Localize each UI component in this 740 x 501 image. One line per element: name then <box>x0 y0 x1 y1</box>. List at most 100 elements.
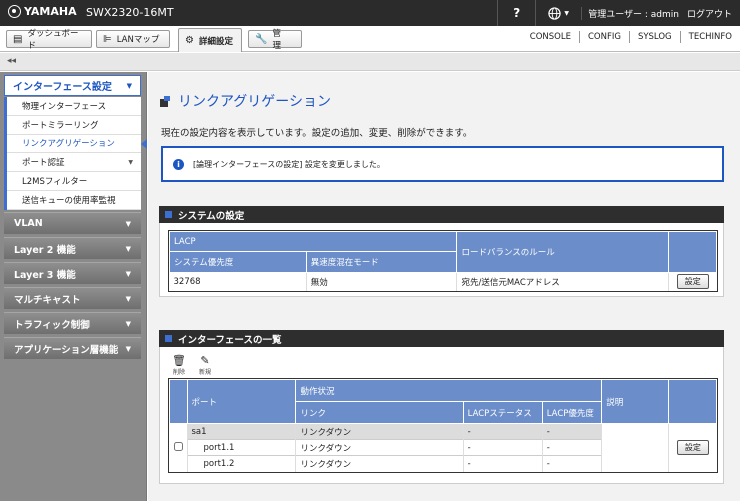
model-name: SWX2320-16MT <box>86 6 174 19</box>
lanmap-icon: ⊫ <box>103 33 112 45</box>
sidebar-group-label: Layer 2 機能 <box>14 244 76 256</box>
system-settings-set-button[interactable]: 設定 <box>676 274 709 290</box>
mixed-speed-header: 異速度混在モード <box>305 251 458 273</box>
yamaha-logo: YAMAHA <box>8 5 77 18</box>
section-marker-icon <box>165 211 172 218</box>
wrench-icon: 🔧 <box>255 33 268 45</box>
chevron-down-icon: ▼ <box>125 319 131 328</box>
interface-list-toolbar: 🗑 削除 ✎ 新規 <box>170 354 222 377</box>
lacp-priority-cell: - <box>541 423 602 440</box>
tab-advanced-settings-label: 詳細設定 <box>198 36 233 47</box>
gear-icon: ⚙ <box>185 35 194 46</box>
lacp-priority-cell: - <box>541 439 602 456</box>
edit-icon: ✎ <box>200 354 210 367</box>
link-cell: リンクダウン <box>295 439 464 456</box>
lacp-status-cell: - <box>462 423 543 440</box>
link-cell: リンクダウン <box>295 455 464 472</box>
system-settings-table: LACP ロードバランスのルール システム優先度 異速度混在モード 32768 … <box>168 230 718 292</box>
syslog-link[interactable]: SYSLOG <box>628 31 680 43</box>
interface-list-heading: インターフェースの一覧 <box>159 330 724 347</box>
table-row: sa1 リンクダウン - - 設定 <box>169 423 717 472</box>
sidebar-item-link-aggregation[interactable]: リンクアグリゲーション <box>7 135 147 154</box>
sidebar-item-label: 物理インターフェース <box>22 101 107 112</box>
system-priority-value: 32768 <box>173 276 201 287</box>
chevron-down-icon: ▼ <box>125 269 131 278</box>
system-settings-panel: LACP ロードバランスのルール システム優先度 異速度混在モード 32768 … <box>159 223 724 297</box>
link-cell: リンクダウン <box>295 423 464 440</box>
help-button[interactable]: ? <box>497 0 535 26</box>
sidebar-group-multicast[interactable]: マルチキャスト ▼ <box>4 287 141 309</box>
mixed-speed-value: 無効 <box>305 272 457 291</box>
tab-lanmap[interactable]: ⊫ LANマップ <box>96 30 170 48</box>
lacp-header: LACP <box>168 231 458 252</box>
chevron-down-icon: ▼ <box>126 82 132 90</box>
chevron-down-icon: ▼ <box>125 219 131 228</box>
notice-box: i [論理インターフェースの設定] 設定を変更しました。 <box>161 146 724 182</box>
sidebar-item-label: 送信キューの使用率監視 <box>22 195 116 206</box>
info-icon: i <box>173 158 184 170</box>
tab-advanced-settings[interactable]: ⚙ 詳細設定 <box>178 28 242 52</box>
port-cell: sa1 <box>186 423 296 440</box>
interface-set-button[interactable]: 設定 <box>676 440 709 456</box>
sidebar-group-vlan[interactable]: VLAN ▼ <box>4 212 141 234</box>
action-header <box>668 231 717 273</box>
trash-icon: 🗑 <box>172 354 186 367</box>
sidebar-group-label: Layer 3 機能 <box>14 269 76 281</box>
interface-list-heading-text: インターフェースの一覧 <box>178 334 282 346</box>
lacp-priority-cell: - <box>541 455 602 472</box>
sidebar-group-application-layer[interactable]: アプリケーション層機能 ▼ <box>4 337 141 359</box>
table-row: 32768 無効 宛先/送信元MACアドレス 設定 <box>170 272 717 291</box>
yamaha-emblem-icon <box>8 5 21 18</box>
brand-name: YAMAHA <box>24 5 77 18</box>
page-title: リンクアグリゲーション <box>160 91 331 111</box>
tab-dashboard[interactable]: ▤ ダッシュボード <box>6 29 92 51</box>
main-content: リンクアグリゲーション 現在の設定内容を表示しています。設定の追加、変更、削除が… <box>148 72 740 501</box>
sidebar-item-port-authentication[interactable]: ポート認証 ▼ <box>7 153 141 173</box>
sidebar-submenu: 物理インターフェース ポートミラーリング リンクアグリゲーション ポート認証 ▼ … <box>4 97 147 210</box>
dashboard-icon: ▤ <box>13 33 23 45</box>
sidebar-group-label: マルチキャスト <box>14 294 81 306</box>
lacp-status-cell: - <box>462 455 543 472</box>
chevron-down-icon: ▼ <box>564 9 570 17</box>
sidebar-item-label: ポート認証 <box>22 158 65 169</box>
interface-list-panel: 🗑 削除 ✎ 新規 ポート 動作状況 説明 リンク LACPステータス LACP… <box>159 347 724 484</box>
sidebar-group-layer2[interactable]: Layer 2 機能 ▼ <box>4 237 141 259</box>
console-link[interactable]: CONSOLE <box>522 31 579 43</box>
sidebar-item-queue-monitor[interactable]: 送信キューの使用率監視 <box>7 191 141 210</box>
tab-lanmap-label: LANマップ <box>116 35 160 45</box>
system-settings-heading-text: システムの設定 <box>178 210 245 222</box>
language-button[interactable]: ▼ <box>535 0 581 26</box>
status-header: 動作状況 <box>295 379 603 402</box>
port-cell: port1.2 <box>186 455 296 472</box>
tab-management[interactable]: 🔧 管 理 <box>248 29 302 51</box>
sidebar-group-label: トラフィック制御 <box>14 319 90 331</box>
sidebar-group-traffic-control[interactable]: トラフィック制御 ▼ <box>4 312 141 334</box>
sidebar-group-label: VLAN <box>14 218 43 229</box>
row-select-checkbox[interactable] <box>173 441 183 451</box>
sidebar: インターフェース設定 ▼ 物理インターフェース ポートミラーリング リンクアグリ… <box>0 72 147 501</box>
sidebar-item-l2ms-filter[interactable]: L2MSフィルター <box>7 172 141 191</box>
collapse-sidebar-icon[interactable]: ◂◂ <box>7 56 16 66</box>
new-label: 新規 <box>198 369 211 376</box>
section-marker-icon <box>165 335 172 342</box>
system-settings-heading: システムの設定 <box>159 206 724 223</box>
lacp-status-cell: - <box>462 439 543 456</box>
link-header: リンク <box>295 401 464 424</box>
description-header: 説明 <box>601 379 670 424</box>
sidebar-item-physical-interface[interactable]: 物理インターフェース <box>7 97 141 116</box>
new-button[interactable]: ✎ 新規 <box>196 354 214 377</box>
page-title-text: リンクアグリゲーション <box>178 94 332 110</box>
system-priority-header: システム優先度 <box>169 251 307 273</box>
config-link[interactable]: CONFIG <box>578 31 629 43</box>
logout-link[interactable]: ログアウト <box>685 7 740 20</box>
techinfo-link[interactable]: TECHINFO <box>679 31 740 43</box>
sidebar-item-port-mirroring[interactable]: ポートミラーリング <box>7 116 141 135</box>
sidebar-section-label: インターフェース設定 <box>13 82 112 93</box>
sidebar-group-layer3[interactable]: Layer 3 機能 ▼ <box>4 262 141 284</box>
collapse-bar: ◂◂ <box>0 53 740 71</box>
page-description: 現在の設定内容を表示しています。設定の追加、変更、削除ができます。 <box>161 128 473 139</box>
delete-label: 削除 <box>172 369 185 376</box>
sidebar-section-interface-settings[interactable]: インターフェース設定 ▼ <box>4 75 141 96</box>
delete-button[interactable]: 🗑 削除 <box>170 354 188 377</box>
chevron-down-icon: ▼ <box>125 344 131 353</box>
